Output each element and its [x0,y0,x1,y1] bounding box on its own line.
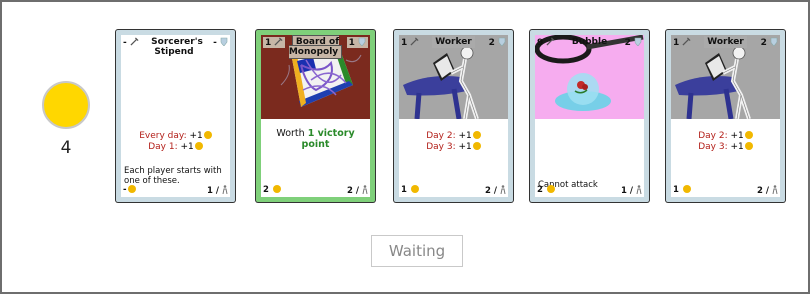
card-footer: 1 2 / [401,185,506,196]
card-defense: 2 [625,37,642,48]
person-icon [636,185,642,194]
card-description: Each player starts with one of these. [124,166,222,186]
card-footer: 1 2 / [673,185,778,196]
card-bubble[interactable]: 9 Bubble 2 Cannot attack 2 1 / [530,30,649,202]
coin-icon [472,142,481,150]
sword-icon [410,37,419,46]
coin-icon [42,81,90,129]
card-defense: 1 [346,37,368,48]
card-title: Worker [701,36,750,48]
coin-icon [410,185,419,193]
card-worker[interactable]: 1 Worker 2 Day 2: +1 Day 3: +1 1 2 / [666,30,785,202]
shield-icon [634,37,642,46]
card-defense: 2 [489,37,506,48]
person-icon [500,185,506,194]
coin-icon [744,131,753,139]
shield-icon [770,37,778,46]
card-sorcerers-stipend[interactable]: - Sorcerer's Stipend - Every day: +1 Day… [116,30,235,202]
card-effects: Day 2: +1 Day 3: +1 [671,131,780,153]
coin-icon [194,142,203,150]
card-effects: Day 2: +1 Day 3: +1 [399,131,508,153]
coin-icon [272,185,281,193]
coin-icon [472,131,481,139]
card-title: Board of Monopoly [281,35,350,59]
shield-icon [220,37,228,46]
card-board-of-monopoly[interactable]: 1 Board of Monopoly 1 Worth 1 victory po… [256,30,375,202]
card-footer: 2 1 / [537,185,642,196]
card-attack: 1 [673,37,691,48]
card-title: Worker [429,36,478,48]
person-icon [362,185,368,194]
card-footer: - 1 / [123,185,228,196]
shield-icon [498,37,506,46]
card-effects: Every day: +1 Day 1: +1 [121,131,230,153]
coin-icon [127,185,136,193]
card-footer: 2 2 / [263,185,368,196]
card-defense: - [213,37,228,48]
card-worker[interactable]: 1 Worker 2 Day 2: +1 Day 3: +1 1 2 / [394,30,513,202]
card-worth: Worth 1 victory point [276,128,355,150]
sword-icon [682,37,691,46]
coin-count: 4 [60,138,72,158]
card-attack: 1 [401,37,419,48]
coin-icon [682,185,691,193]
coin-icon [546,185,555,193]
person-icon [772,185,778,194]
card-attack: 9 [537,37,555,48]
shield-icon [358,37,366,46]
waiting-button[interactable]: Waiting [371,235,463,267]
card-title: Sorcerer's Stipend [151,37,203,57]
person-icon [222,185,228,194]
card-title: Bubble [571,37,608,47]
coin-icon [203,131,212,139]
card-defense: 2 [761,37,778,48]
game-board: 4 - Sorcerer's Stipend - Every day: +1 D… [0,0,810,294]
coin-icon [744,142,753,150]
sword-icon [546,37,555,46]
